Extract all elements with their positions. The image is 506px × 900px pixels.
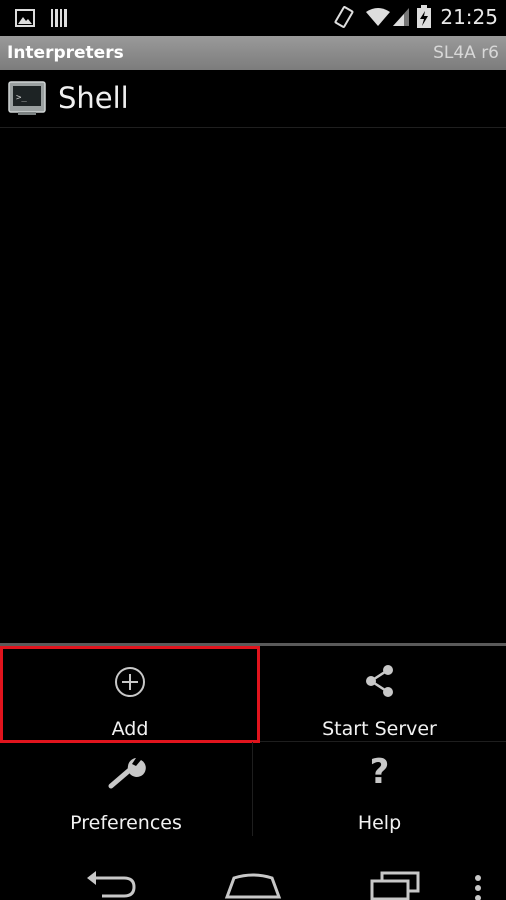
status-bar: 21:25 xyxy=(0,0,506,36)
interpreter-list: >_ Shell xyxy=(0,70,506,128)
preferences-label: Preferences xyxy=(70,812,182,834)
title-bar: Interpreters SL4A r6 xyxy=(0,36,506,70)
preferences-button[interactable]: Preferences xyxy=(0,742,253,837)
svg-text:>_: >_ xyxy=(16,93,27,103)
back-icon[interactable] xyxy=(84,852,140,900)
image-notification-icon xyxy=(15,9,35,27)
barcode-notification-icon xyxy=(51,9,67,27)
terminal-icon: >_ xyxy=(8,81,46,115)
wifi-icon xyxy=(366,8,390,26)
clock: 21:25 xyxy=(440,5,498,29)
app-version: SL4A r6 xyxy=(433,43,499,63)
options-menu: Add Start Server Preferences ? Help xyxy=(0,643,506,837)
start-server-button[interactable]: Start Server xyxy=(253,646,506,741)
battery-charging-icon xyxy=(417,5,431,28)
wrench-icon xyxy=(108,758,146,789)
share-icon xyxy=(365,665,393,697)
list-item-label: Shell xyxy=(58,81,129,115)
page-title: Interpreters xyxy=(7,43,124,63)
help-label: Help xyxy=(357,812,402,834)
vibrate-icon xyxy=(334,6,354,28)
navigation-bar xyxy=(0,836,506,900)
add-circle-icon xyxy=(115,667,145,697)
start-server-label: Start Server xyxy=(322,718,437,740)
add-button[interactable]: Add xyxy=(0,646,260,743)
recent-apps-icon[interactable] xyxy=(368,854,422,900)
list-item-shell[interactable]: >_ Shell xyxy=(0,70,506,128)
home-icon[interactable] xyxy=(224,854,282,900)
signal-icon xyxy=(393,8,409,26)
add-label: Add xyxy=(111,718,149,740)
question-icon: ? xyxy=(369,752,390,792)
overflow-menu-icon[interactable] xyxy=(472,856,484,900)
help-button[interactable]: ? Help xyxy=(253,742,506,837)
